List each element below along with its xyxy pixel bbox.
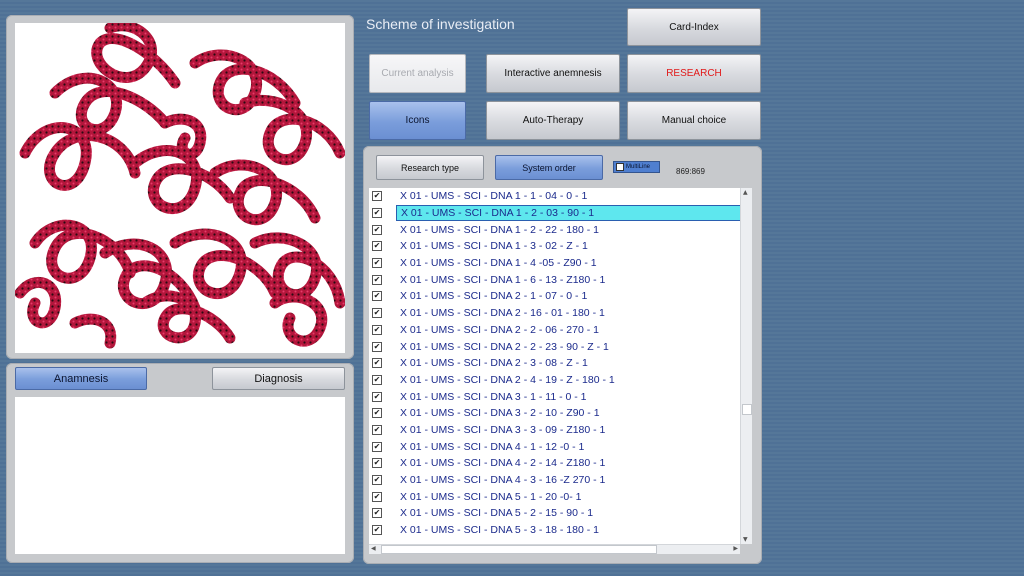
list-item-label: X 01 - UMS - SCI - DNA 1 - 2 - 03 - 90 -…: [396, 205, 751, 222]
item-checkbox[interactable]: ✔: [372, 291, 382, 302]
item-checkbox[interactable]: ✔: [372, 408, 382, 419]
list-item-label: X 01 - UMS - SCI - DNA 2 - 2 - 23 - 90 -…: [400, 340, 609, 353]
list-item-label: X 01 - UMS - SCI - DNA 4 - 3 - 16 -Z 270…: [400, 474, 606, 487]
list-item-label: X 01 - UMS - SCI - DNA 2 - 2 - 06 - 270 …: [400, 323, 599, 336]
item-checkbox[interactable]: ✔: [372, 308, 382, 319]
research-list[interactable]: ✔ X 01 - UMS - SCI - DNA 1 - 1 - 04 - 0 -…: [369, 188, 751, 544]
item-checkbox[interactable]: ✔: [372, 424, 382, 435]
vertical-scrollbar[interactable]: ▲ ▼: [740, 188, 752, 544]
list-item-label: X 01 - UMS - SCI - DNA 1 - 1 - 04 - 0 - …: [400, 190, 588, 203]
list-item[interactable]: ✔ X 01 - UMS - SCI - DNA 1 - 2 - 03 - 90 …: [369, 205, 751, 222]
multiline-label: MultiLine: [626, 164, 651, 170]
list-item-label: X 01 - UMS - SCI - DNA 1 - 3 - 02 - Z - …: [400, 240, 588, 253]
list-item[interactable]: ✔ X 01 - UMS - SCI - DNA 2 - 1 - 07 - 0 -…: [369, 288, 751, 305]
list-item-label: X 01 - UMS - SCI - DNA 1 - 4 -05 - Z90 -…: [400, 257, 597, 270]
list-item[interactable]: ✔ X 01 - UMS - SCI - DNA 3 - 3 - 09 - Z18…: [369, 422, 751, 439]
list-item[interactable]: ✔ X 01 - UMS - SCI - DNA 2 - 16 - 01 - 18…: [369, 305, 751, 322]
list-item-label: X 01 - UMS - SCI - DNA 5 - 2 - 15 - 90 -…: [400, 507, 594, 520]
item-checkbox[interactable]: ✔: [372, 241, 382, 252]
card-index-button[interactable]: Card-Index: [627, 8, 761, 46]
dna-image-area: [15, 23, 345, 353]
multiline-checkbox[interactable]: [616, 163, 624, 171]
item-checkbox[interactable]: ✔: [372, 491, 382, 502]
item-checkbox[interactable]: ✔: [372, 358, 382, 369]
item-checkbox[interactable]: ✔: [372, 274, 382, 285]
arrow-left-icon[interactable]: ◀: [371, 545, 376, 552]
system-order-button[interactable]: System order: [495, 155, 603, 180]
list-item[interactable]: ✔ X 01 - UMS - SCI - DNA 2 - 2 - 06 - 270…: [369, 322, 751, 339]
dna-structure-image: [15, 23, 345, 349]
item-checkbox[interactable]: ✔: [372, 374, 382, 385]
item-checkbox[interactable]: ✔: [372, 258, 382, 269]
horizontal-scrollbar[interactable]: ◀ ▶: [369, 544, 740, 554]
list-item[interactable]: ✔ X 01 - UMS - SCI - DNA 1 - 3 - 02 - Z -…: [369, 238, 751, 255]
list-item[interactable]: ✔ X 01 - UMS - SCI - DNA 2 - 2 - 23 - 90 …: [369, 338, 751, 355]
item-counter: 869:869: [676, 167, 705, 176]
list-item[interactable]: ✔ X 01 - UMS - SCI - DNA 1 - 1 - 04 - 0 -…: [369, 188, 751, 205]
list-item-label: X 01 - UMS - SCI - DNA 2 - 3 - 08 - Z - …: [400, 357, 588, 370]
item-checkbox[interactable]: ✔: [372, 341, 382, 352]
anamnesis-tab[interactable]: Anamnesis: [15, 367, 147, 390]
scroll-thumb[interactable]: [742, 404, 752, 415]
list-item[interactable]: ✔ X 01 - UMS - SCI - DNA 2 - 4 - 19 - Z -…: [369, 372, 751, 389]
list-item-label: X 01 - UMS - SCI - DNA 2 - 16 - 01 - 180…: [400, 307, 605, 320]
list-item-label: X 01 - UMS - SCI - DNA 3 - 3 - 09 - Z180…: [400, 423, 606, 436]
list-item[interactable]: ✔ X 01 - UMS - SCI - DNA 1 - 6 - 13 - Z18…: [369, 271, 751, 288]
icons-button[interactable]: Icons: [369, 101, 466, 140]
manual-choice-button[interactable]: Manual choice: [627, 101, 761, 140]
list-item[interactable]: ✔ X 01 - UMS - SCI - DNA 3 - 1 - 11 - 0 -…: [369, 388, 751, 405]
anamnesis-text-area[interactable]: [15, 397, 345, 554]
page-title: Scheme of investigation: [366, 16, 515, 32]
list-item[interactable]: ✔ X 01 - UMS - SCI - DNA 5 - 2 - 15 - 90 …: [369, 505, 751, 522]
item-checkbox[interactable]: ✔: [372, 324, 382, 335]
list-item-label: X 01 - UMS - SCI - DNA 5 - 3 - 18 - 180 …: [400, 524, 599, 537]
item-checkbox[interactable]: ✔: [372, 525, 382, 536]
research-button[interactable]: RESEARCH: [627, 54, 761, 93]
item-checkbox[interactable]: ✔: [372, 191, 382, 202]
list-item-label: X 01 - UMS - SCI - DNA 5 - 1 - 20 -0- 1: [400, 490, 582, 503]
research-type-button[interactable]: Research type: [376, 155, 484, 180]
multiline-toggle[interactable]: MultiLine: [613, 161, 660, 173]
item-checkbox[interactable]: ✔: [372, 391, 382, 402]
list-item[interactable]: ✔ X 01 - UMS - SCI - DNA 3 - 2 - 10 - Z90…: [369, 405, 751, 422]
list-item[interactable]: ✔ X 01 - UMS - SCI - DNA 4 - 2 - 14 - Z18…: [369, 455, 751, 472]
interactive-anamnesis-button[interactable]: Interactive anemnesis: [486, 54, 620, 93]
list-item-label: X 01 - UMS - SCI - DNA 3 - 1 - 11 - 0 - …: [400, 390, 587, 403]
list-item[interactable]: ✔ X 01 - UMS - SCI - DNA 4 - 1 - 12 -0 - …: [369, 438, 751, 455]
list-item-label: X 01 - UMS - SCI - DNA 3 - 2 - 10 - Z90 …: [400, 407, 600, 420]
list-item-label: X 01 - UMS - SCI - DNA 1 - 2 - 22 - 180 …: [400, 223, 599, 236]
arrow-down-icon[interactable]: ▼: [743, 536, 748, 543]
diagnosis-tab[interactable]: Diagnosis: [212, 367, 345, 390]
list-item-label: X 01 - UMS - SCI - DNA 4 - 1 - 12 -0 - 1: [400, 440, 585, 453]
item-checkbox[interactable]: ✔: [372, 208, 382, 219]
list-item-label: X 01 - UMS - SCI - DNA 2 - 1 - 07 - 0 - …: [400, 290, 588, 303]
h-scroll-thumb[interactable]: [381, 545, 657, 554]
list-item-label: X 01 - UMS - SCI - DNA 4 - 2 - 14 - Z180…: [400, 457, 606, 470]
item-checkbox[interactable]: ✔: [372, 224, 382, 235]
item-checkbox[interactable]: ✔: [372, 458, 382, 469]
list-item[interactable]: ✔ X 01 - UMS - SCI - DNA 5 - 1 - 20 -0- 1: [369, 488, 751, 505]
current-analysis-button[interactable]: Current analysis: [369, 54, 466, 93]
item-checkbox[interactable]: ✔: [372, 508, 382, 519]
list-item[interactable]: ✔ X 01 - UMS - SCI - DNA 4 - 3 - 16 -Z 27…: [369, 472, 751, 489]
list-item[interactable]: ✔ X 01 - UMS - SCI - DNA 1 - 2 - 22 - 180…: [369, 221, 751, 238]
arrow-right-icon[interactable]: ▶: [733, 545, 738, 552]
list-item[interactable]: ✔ X 01 - UMS - SCI - DNA 5 - 3 - 18 - 180…: [369, 522, 751, 539]
list-item[interactable]: ✔ X 01 - UMS - SCI - DNA 1 - 4 -05 - Z90 …: [369, 255, 751, 272]
auto-therapy-button[interactable]: Auto-Therapy: [486, 101, 620, 140]
arrow-up-icon[interactable]: ▲: [743, 189, 748, 196]
list-item-label: X 01 - UMS - SCI - DNA 1 - 6 - 13 - Z180…: [400, 273, 606, 286]
list-item[interactable]: ✔ X 01 - UMS - SCI - DNA 2 - 3 - 08 - Z -…: [369, 355, 751, 372]
item-checkbox[interactable]: ✔: [372, 441, 382, 452]
item-checkbox[interactable]: ✔: [372, 475, 382, 486]
list-item-label: X 01 - UMS - SCI - DNA 2 - 4 - 19 - Z - …: [400, 373, 615, 386]
